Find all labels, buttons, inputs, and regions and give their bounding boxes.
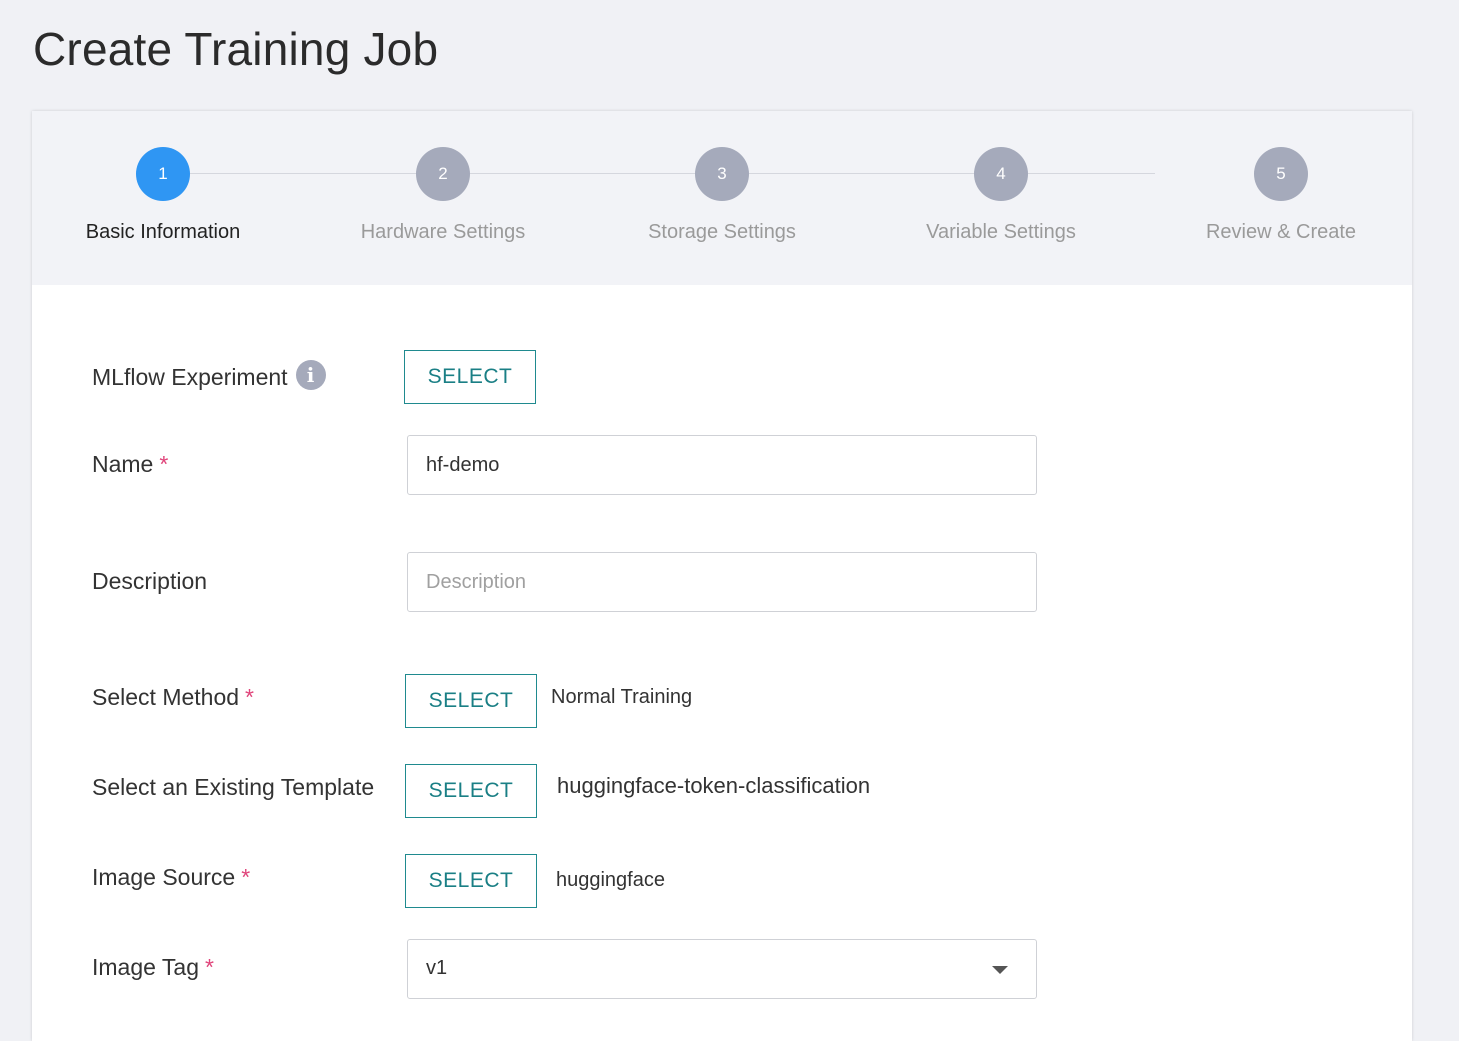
required-marker: *	[204, 954, 214, 980]
template-value: huggingface-token-classification	[557, 773, 871, 798]
template-select-button[interactable]: SELECT	[405, 764, 537, 818]
step-review-create[interactable]: 5 Review & Create	[1171, 147, 1391, 244]
stepper: 1 Basic Information 2 Hardware Settings …	[32, 111, 1412, 285]
image-source-select-button[interactable]: SELECT	[405, 854, 537, 908]
select-method-label-text: Select Method	[92, 684, 240, 710]
image-tag-label: Image Tag *	[92, 954, 214, 981]
name-label: Name *	[92, 451, 168, 478]
step-number: 2	[416, 147, 470, 201]
method-select-button[interactable]: SELECT	[405, 674, 537, 728]
step-label: Variable Settings	[926, 221, 1076, 243]
image-source-value: huggingface	[556, 869, 665, 891]
template-label: Select an Existing Template	[92, 774, 375, 800]
info-icon[interactable]: i	[295, 360, 326, 390]
method-value: Normal Training	[551, 686, 693, 708]
step-hardware-settings[interactable]: 2 Hardware Settings	[333, 147, 553, 244]
step-label: Hardware Settings	[360, 221, 526, 243]
description-input[interactable]	[407, 552, 1037, 612]
mlflow-select-button[interactable]: SELECT	[404, 350, 536, 404]
image-tag-select[interactable]: v1	[407, 939, 1037, 999]
image-tag-value: v1	[426, 957, 448, 979]
name-label-text: Name	[92, 451, 154, 477]
step-label: Basic Information	[85, 221, 241, 243]
mlflow-experiment-label-text: MLflow Experiment	[92, 364, 288, 390]
create-job-card: 1 Basic Information 2 Hardware Settings …	[32, 111, 1412, 1041]
step-label: Review & Create	[1205, 221, 1357, 243]
required-marker: *	[159, 451, 169, 477]
image-source-label: Image Source *	[92, 864, 250, 891]
image-source-label-text: Image Source	[92, 864, 236, 890]
required-marker: *	[241, 864, 251, 890]
required-marker: *	[245, 684, 254, 710]
step-basic-information[interactable]: 1 Basic Information	[53, 147, 273, 244]
page-title: Create Training Job	[33, 23, 439, 75]
image-tag-label-text: Image Tag	[92, 954, 199, 980]
description-label: Description	[92, 568, 208, 594]
step-label: Storage Settings	[648, 221, 796, 243]
step-number: 1	[136, 147, 190, 201]
step-storage-settings[interactable]: 3 Storage Settings	[612, 147, 832, 244]
select-method-label: Select Method *	[92, 684, 254, 711]
step-number: 5	[1254, 147, 1308, 201]
name-input[interactable]	[407, 435, 1037, 495]
step-variable-settings[interactable]: 4 Variable Settings	[891, 147, 1111, 244]
step-number: 4	[974, 147, 1028, 201]
caret-down-icon	[992, 966, 1008, 974]
mlflow-experiment-label: MLflow Experiment i	[92, 360, 326, 391]
step-number: 3	[695, 147, 749, 201]
